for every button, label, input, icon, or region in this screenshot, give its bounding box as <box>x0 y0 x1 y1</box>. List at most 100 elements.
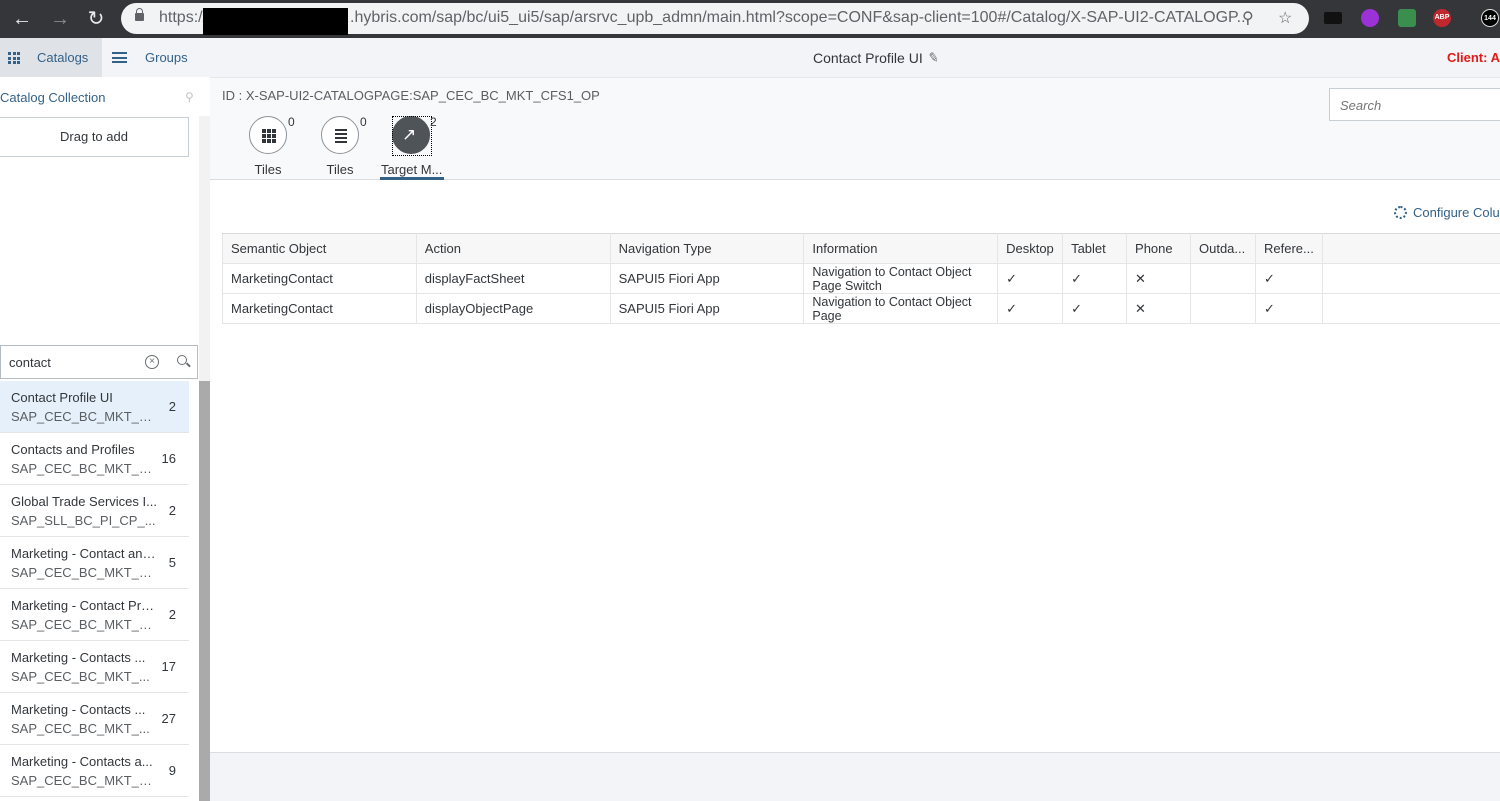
list-item[interactable]: Marketing - Contacts a... SAP_CEC_BC_MKT… <box>0 745 189 797</box>
active-tab-indicator <box>380 177 444 180</box>
tab-catalogs[interactable]: Catalogs <box>0 38 102 77</box>
main-search-input[interactable] <box>1340 96 1490 114</box>
tab-catalogs-label: Catalogs <box>37 50 89 65</box>
tab-target-mappings[interactable]: ↗ 2 Target M... <box>381 115 443 177</box>
catalog-detail: Contact Profile UI ✎ Client: A ID : X-SA… <box>210 38 1500 801</box>
list-item-count: 16 <box>161 451 176 466</box>
forward-icon[interactable]: → <box>47 6 73 32</box>
address-bar[interactable]: https:// .hybris.com/sap/bc/ui5_ui5/sap/… <box>121 3 1309 35</box>
list-item-subtitle: SAP_CEC_BC_MKT_CFS1_OP <box>11 409 157 424</box>
scrollbar-thumb[interactable] <box>199 381 210 801</box>
catalog-search-input[interactable] <box>9 353 129 371</box>
edit-pencil-icon[interactable]: ✎ <box>927 49 940 67</box>
list-item-title: Contacts and Profiles <box>11 442 135 457</box>
table-row[interactable]: MarketingContact displayObjectPage SAPUI… <box>222 293 1500 324</box>
client-label: Client: A <box>1447 50 1500 65</box>
column-header[interactable]: Navigation Type <box>609 233 805 264</box>
list-item-subtitle: SAP_CEC_BC_MKT_... <box>11 721 150 736</box>
tab-tiles-circle <box>249 116 287 154</box>
extension-count-icon[interactable]: 144 <box>1481 9 1499 27</box>
page-title: Contact Profile UI <box>813 50 923 66</box>
adblock-icon[interactable]: ABP <box>1433 9 1451 27</box>
cell-semantic-object: MarketingContact <box>222 293 417 324</box>
footer-toolbar <box>210 752 1500 801</box>
tab-groups[interactable]: Groups <box>102 38 210 77</box>
cell-reference-check-icon: ✓ <box>1254 293 1323 324</box>
list-item-count: 17 <box>161 659 176 674</box>
column-header[interactable]: Semantic Object <box>222 233 417 264</box>
extension-purple-icon[interactable] <box>1361 9 1379 27</box>
list-item[interactable]: Contacts and Profiles SAP_CEC_BC_MKT_CON… <box>0 433 189 485</box>
clear-icon[interactable]: × <box>145 355 159 369</box>
list-item-count: 2 <box>168 607 176 622</box>
url-text: .hybris.com/sap/bc/ui5_ui5/sap/arsrvc_up… <box>350 9 1250 26</box>
list-item-title: Marketing - Contact Profile <box>11 598 157 613</box>
column-header[interactable]: Tablet <box>1062 233 1128 264</box>
scrollbar-track[interactable] <box>199 116 210 381</box>
bookmark-star-icon[interactable]: ☆ <box>1278 8 1292 28</box>
cell-tablet-check-icon: ✓ <box>1062 263 1128 294</box>
reload-icon[interactable]: ↻ <box>83 6 109 32</box>
drag-to-add-dropzone[interactable]: Drag to add <box>0 117 189 157</box>
header-filler <box>1321 233 1500 264</box>
tab-label: Target M... <box>381 162 443 177</box>
share-icon: ↗ <box>402 125 417 144</box>
redacted-block <box>203 8 348 35</box>
table-header-row: Semantic Object Action Navigation Type I… <box>222 233 1500 264</box>
column-header[interactable]: Information <box>803 233 999 264</box>
list-item-subtitle: SAP_CEC_BC_MKT_CONTACT <box>11 565 157 580</box>
tab-tiles[interactable]: 0 Tiles <box>238 115 298 177</box>
grid-icon <box>262 129 276 143</box>
list-item-title: Marketing - Contacts ... <box>11 702 146 717</box>
column-header[interactable]: Action <box>415 233 611 264</box>
column-header[interactable]: Outda... <box>1190 233 1256 264</box>
lock-icon <box>135 8 144 21</box>
table-row[interactable]: MarketingContact displayFactSheet SAPUI5… <box>222 263 1500 294</box>
back-icon[interactable]: ← <box>9 6 35 32</box>
configure-columns-button[interactable]: Configure Columns <box>1394 205 1500 220</box>
column-header[interactable]: Desktop <box>997 233 1064 264</box>
list-item[interactable]: Marketing - Contacts ... SAP_CEC_BC_MKT_… <box>0 641 189 693</box>
cell-navigation-type: SAPUI5 Fiori App <box>609 263 805 294</box>
pin-icon[interactable]: ⚲ <box>185 90 194 104</box>
zoom-icon[interactable]: ⚲ <box>1242 8 1254 28</box>
catalog-search-field[interactable]: × <box>0 345 198 379</box>
extension-translate-icon[interactable] <box>1398 9 1416 27</box>
list-item-count: 2 <box>168 503 176 518</box>
list-item-count: 5 <box>168 555 176 570</box>
tab-count: 0 <box>360 115 367 129</box>
list-item-subtitle: SAP_CEC_BC_MKT_DEMO <box>11 773 157 788</box>
row-filler <box>1321 293 1500 324</box>
list-item-title: Marketing - Contacts a... <box>11 754 153 769</box>
list-icon <box>335 129 347 143</box>
tab-tiles-list[interactable]: 0 Tiles <box>310 115 370 177</box>
grid-icon <box>8 52 20 64</box>
list-item[interactable]: Marketing - Contacts ... SAP_CEC_BC_MKT_… <box>0 693 189 745</box>
list-item[interactable]: Global Trade Services I... SAP_SLL_BC_PI… <box>0 485 189 537</box>
cell-semantic-object: MarketingContact <box>222 263 417 294</box>
tab-label: Tiles <box>254 162 282 177</box>
catalog-list: Contact Profile UI SAP_CEC_BC_MKT_CFS1_O… <box>0 381 189 797</box>
cell-outdated <box>1190 293 1256 324</box>
main-search-field[interactable] <box>1329 88 1500 121</box>
list-item[interactable]: Marketing - Contact Profile SAP_CEC_BC_M… <box>0 589 189 641</box>
shell-header: Contact Profile UI ✎ Client: A <box>210 38 1500 78</box>
gear-icon <box>1394 206 1407 219</box>
tab-count: 2 <box>430 115 437 129</box>
tab-count: 0 <box>288 115 295 129</box>
extension-screen-icon[interactable] <box>1324 12 1342 24</box>
catalog-panel: Catalogs Groups Catalog Collection ⚲ Dra… <box>0 38 210 801</box>
tab-tiles-list-circle <box>321 116 359 154</box>
list-item[interactable]: Marketing - Contact and Profiles SAP_CEC… <box>0 537 189 589</box>
cell-tablet-check-icon: ✓ <box>1062 293 1128 324</box>
cell-desktop-check-icon: ✓ <box>997 263 1064 294</box>
tab-groups-label: Groups <box>145 50 188 65</box>
search-icon[interactable] <box>177 355 187 365</box>
list-item-subtitle: SAP_CEC_BC_MKT_CFS <box>11 617 157 632</box>
list-item-subtitle: SAP_CEC_BC_MKT_... <box>11 669 150 684</box>
cell-action: displayObjectPage <box>415 293 611 324</box>
list-item[interactable]: Contact Profile UI SAP_CEC_BC_MKT_CFS1_O… <box>0 381 189 433</box>
column-header[interactable]: Phone <box>1126 233 1191 264</box>
list-item-title: Marketing - Contact and Profiles <box>11 546 157 561</box>
column-header[interactable]: Refere... <box>1254 233 1323 264</box>
